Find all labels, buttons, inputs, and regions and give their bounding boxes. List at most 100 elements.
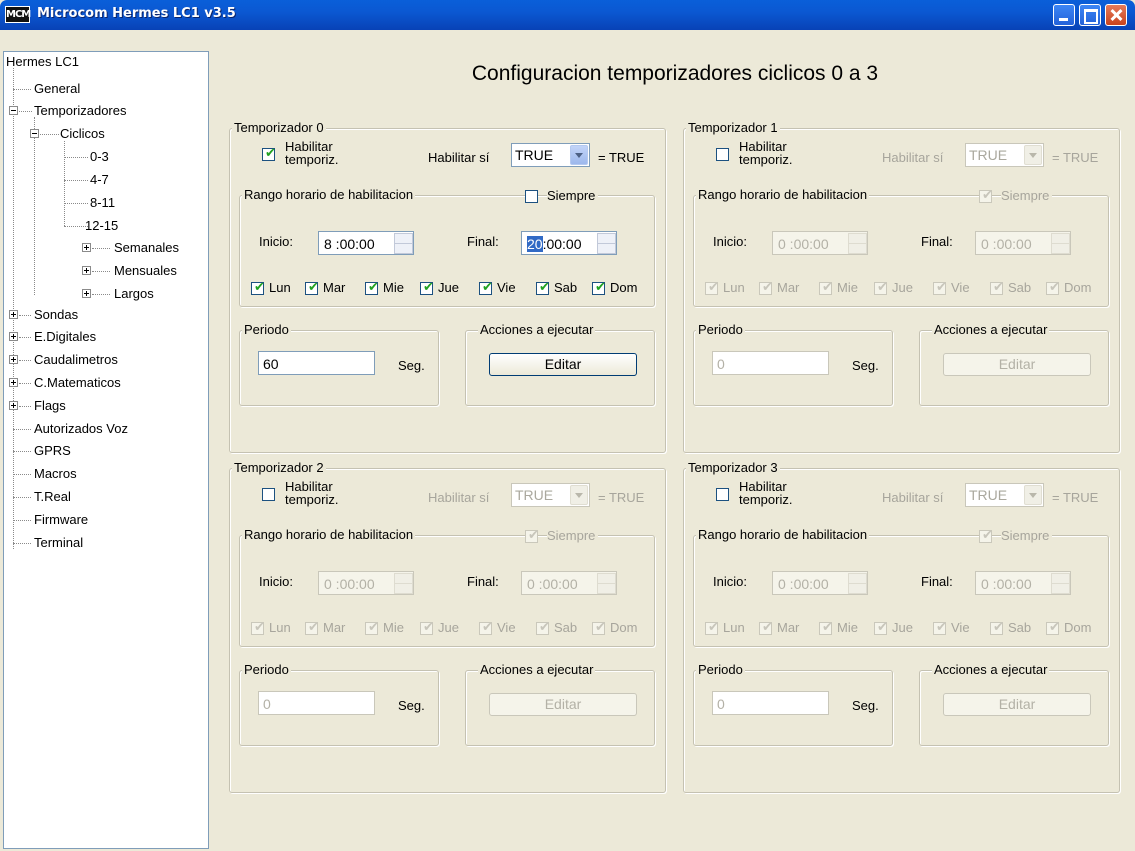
tree-item-cmatematicos[interactable]: C.Matematicos <box>34 375 121 391</box>
habilitar-checkbox[interactable] <box>716 488 729 501</box>
final-time-field[interactable]: 0 :00:00 <box>975 231 1071 255</box>
spinner-arrows-icon[interactable] <box>597 573 616 594</box>
day-checkbox-lun[interactable]: ✔ <box>251 621 265 635</box>
day-checkbox-jue[interactable]: ✔ <box>420 621 434 635</box>
chevron-down-icon[interactable] <box>1024 485 1042 505</box>
maximize-button[interactable] <box>1079 4 1101 26</box>
tree-item-flags[interactable]: Flags <box>34 398 66 414</box>
condition-select[interactable]: TRUE <box>511 143 590 167</box>
expand-icon[interactable] <box>9 378 18 387</box>
day-checkbox-lun[interactable]: ✔ <box>705 621 719 635</box>
editar-button[interactable]: Editar <box>943 353 1091 376</box>
spinner-arrows-icon[interactable] <box>394 573 413 594</box>
day-checkbox-jue[interactable]: ✔ <box>874 281 888 295</box>
close-button[interactable] <box>1105 4 1127 26</box>
title-bar[interactable]: MCM Microcom Hermes LC1 v3.5 <box>0 0 1135 30</box>
day-checkbox-dom[interactable]: ✔ <box>1046 281 1060 295</box>
tree-item-ciclicos[interactable]: Ciclicos <box>60 126 105 142</box>
spinner-arrows-icon[interactable] <box>394 233 413 254</box>
siempre-checkbox[interactable] <box>525 190 538 203</box>
tree-item-macros[interactable]: Macros <box>34 466 77 482</box>
collapse-icon[interactable] <box>9 106 18 115</box>
chevron-down-icon[interactable] <box>570 145 588 165</box>
habilitar-checkbox[interactable] <box>262 488 275 501</box>
tree-item-general[interactable]: General <box>34 81 80 97</box>
tree-item-gprs[interactable]: GPRS <box>34 443 71 459</box>
day-checkbox-vie[interactable]: ✔ <box>479 281 493 295</box>
inicio-time-field[interactable]: 0 :00:00 <box>772 231 868 255</box>
day-checkbox-dom[interactable]: ✔ <box>592 281 606 295</box>
day-checkbox-sab[interactable]: ✔ <box>990 621 1004 635</box>
navigation-tree[interactable]: Hermes LC1 General Temporizadores Ciclic… <box>3 51 209 849</box>
expand-icon[interactable] <box>9 310 18 319</box>
tree-item-sondas[interactable]: Sondas <box>34 307 78 323</box>
day-checkbox-sab[interactable]: ✔ <box>990 281 1004 295</box>
final-time-field[interactable]: 20:00:00 <box>521 231 617 255</box>
tree-item-ciclicos-4-7[interactable]: 4-7 <box>90 172 109 188</box>
siempre-checkbox[interactable]: ✔ <box>979 529 993 543</box>
expand-icon[interactable] <box>82 289 91 298</box>
day-checkbox-sab[interactable]: ✔ <box>536 621 550 635</box>
expand-icon[interactable] <box>82 243 91 252</box>
day-checkbox-lun[interactable]: ✔ <box>251 281 265 295</box>
day-checkbox-jue[interactable]: ✔ <box>874 621 888 635</box>
day-checkbox-mie[interactable]: ✔ <box>819 281 833 295</box>
chevron-down-icon[interactable] <box>1024 145 1042 165</box>
expand-icon[interactable] <box>9 355 18 364</box>
spinner-arrows-icon[interactable] <box>1051 233 1070 254</box>
expand-icon[interactable] <box>9 401 18 410</box>
condition-select[interactable]: TRUE <box>965 143 1044 167</box>
tree-item-treal[interactable]: T.Real <box>34 489 71 505</box>
day-checkbox-dom[interactable]: ✔ <box>1046 621 1060 635</box>
periodo-input[interactable]: 60 <box>258 351 375 375</box>
tree-item-autorizados-voz[interactable]: Autorizados Voz <box>34 421 128 437</box>
final-time-field[interactable]: 0 :00:00 <box>975 571 1071 595</box>
spinner-arrows-icon[interactable] <box>848 233 867 254</box>
tree-item-firmware[interactable]: Firmware <box>34 512 88 528</box>
periodo-input[interactable]: 0 <box>712 351 829 375</box>
siempre-checkbox[interactable]: ✔ <box>525 529 539 543</box>
day-checkbox-vie[interactable]: ✔ <box>933 281 947 295</box>
tree-item-ciclicos-12-15[interactable]: 12-15 <box>85 218 118 234</box>
tree-item-terminal[interactable]: Terminal <box>34 535 83 551</box>
final-time-field[interactable]: 0 :00:00 <box>521 571 617 595</box>
editar-button[interactable]: Editar <box>489 353 637 376</box>
day-checkbox-lun[interactable]: ✔ <box>705 281 719 295</box>
inicio-time-field[interactable]: 0 :00:00 <box>772 571 868 595</box>
spinner-arrows-icon[interactable] <box>848 573 867 594</box>
expand-icon[interactable] <box>9 332 18 341</box>
habilitar-checkbox[interactable] <box>716 148 729 161</box>
editar-button[interactable]: Editar <box>943 693 1091 716</box>
spinner-arrows-icon[interactable] <box>1051 573 1070 594</box>
chevron-down-icon[interactable] <box>570 485 588 505</box>
day-checkbox-mie[interactable]: ✔ <box>819 621 833 635</box>
day-checkbox-mar[interactable]: ✔ <box>305 621 319 635</box>
collapse-icon[interactable] <box>30 129 39 138</box>
tree-item-semanales[interactable]: Semanales <box>114 240 179 256</box>
siempre-checkbox[interactable]: ✔ <box>979 189 993 203</box>
periodo-input[interactable]: 0 <box>712 691 829 715</box>
tree-item-largos[interactable]: Largos <box>114 286 154 302</box>
condition-select[interactable]: TRUE <box>965 483 1044 507</box>
periodo-input[interactable]: 0 <box>258 691 375 715</box>
tree-item-ciclicos-0-3[interactable]: 0-3 <box>90 149 109 165</box>
day-checkbox-mar[interactable]: ✔ <box>759 281 773 295</box>
day-checkbox-vie[interactable]: ✔ <box>933 621 947 635</box>
tree-item-hermes-lc1[interactable]: Hermes LC1 <box>6 54 79 70</box>
tree-item-ciclicos-8-11[interactable]: 8-11 <box>90 195 115 211</box>
day-checkbox-jue[interactable]: ✔ <box>420 281 434 295</box>
tree-item-mensuales[interactable]: Mensuales <box>114 263 177 279</box>
tree-item-temporizadores[interactable]: Temporizadores <box>34 103 127 119</box>
day-checkbox-vie[interactable]: ✔ <box>479 621 493 635</box>
inicio-time-field[interactable]: 8 :00:00 <box>318 231 414 255</box>
expand-icon[interactable] <box>82 266 91 275</box>
day-checkbox-sab[interactable]: ✔ <box>536 281 550 295</box>
day-checkbox-dom[interactable]: ✔ <box>592 621 606 635</box>
tree-item-caudalimetros[interactable]: Caudalimetros <box>34 352 118 368</box>
editar-button[interactable]: Editar <box>489 693 637 716</box>
day-checkbox-mie[interactable]: ✔ <box>365 621 379 635</box>
day-checkbox-mie[interactable]: ✔ <box>365 281 379 295</box>
minimize-button[interactable] <box>1053 4 1075 26</box>
day-checkbox-mar[interactable]: ✔ <box>759 621 773 635</box>
tree-item-edigitales[interactable]: E.Digitales <box>34 329 96 345</box>
